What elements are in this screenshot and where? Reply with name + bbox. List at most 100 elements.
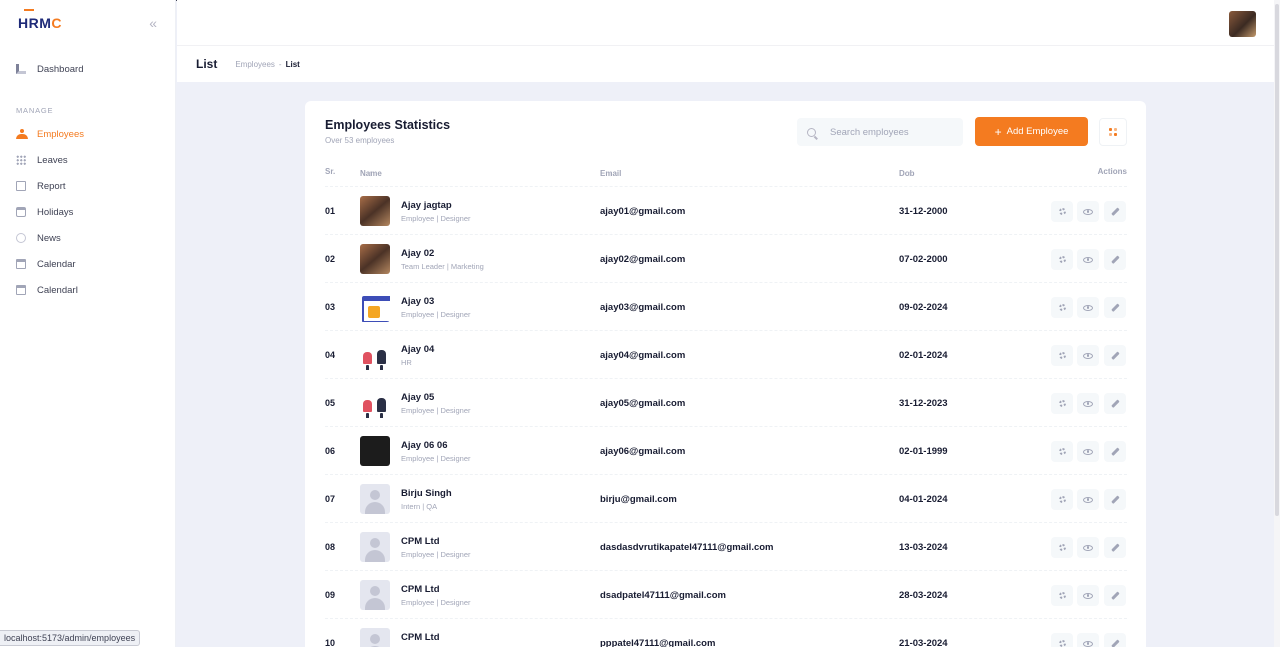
settings-button[interactable]	[1051, 201, 1073, 222]
collapse-sidebar-icon[interactable]: «	[149, 15, 157, 31]
view-button[interactable]	[1077, 297, 1099, 318]
sort-icon[interactable]: ↑	[608, 169, 612, 178]
employee-role: Employee | Designer	[401, 214, 471, 223]
employee-email: pppatel47111@gmail.com	[600, 638, 716, 647]
settings-button[interactable]	[1051, 393, 1073, 414]
employee-role: HR	[401, 358, 412, 367]
employee-avatar	[360, 340, 390, 370]
employee-avatar	[360, 580, 390, 610]
view-button[interactable]	[1077, 585, 1099, 606]
row-sr: 06	[325, 446, 336, 456]
subheader: List Employees - List	[177, 46, 1274, 82]
view-button[interactable]	[1077, 633, 1099, 647]
sidebar-item-calendar-i[interactable]: CalendarI	[0, 277, 175, 303]
more-options-button[interactable]	[1099, 118, 1127, 146]
employee-name[interactable]: CPM Ltd	[401, 536, 440, 547]
grid-dots-icon	[1109, 128, 1117, 136]
search-icon	[807, 127, 816, 137]
edit-button[interactable]	[1104, 537, 1126, 558]
scrollbar-thumb[interactable]	[1275, 4, 1279, 516]
view-button[interactable]	[1077, 489, 1099, 510]
employee-name[interactable]: Ajay 04	[401, 344, 434, 355]
employee-email: ajay02@gmail.com	[600, 254, 686, 265]
view-button[interactable]	[1077, 441, 1099, 462]
sidebar-item-label: News	[37, 232, 61, 244]
employee-name[interactable]: CPM Ltd	[401, 584, 440, 595]
edit-button[interactable]	[1104, 297, 1126, 318]
eye-icon	[1083, 208, 1093, 215]
sidebar-item-dashboard[interactable]: Dashboard	[0, 56, 175, 82]
eye-icon	[1083, 400, 1093, 407]
employee-name[interactable]: Birju Singh	[401, 488, 452, 499]
employee-dob: 28-03-2024	[899, 590, 948, 601]
table-row: 05 Ajay 05 Employee | Designer ajay05@gmail…	[325, 379, 1127, 427]
settings-button[interactable]	[1051, 633, 1073, 647]
calendar-icon	[16, 259, 26, 269]
edit-button[interactable]	[1104, 633, 1126, 647]
employee-avatar	[360, 628, 390, 647]
page-scrollbar[interactable]	[1274, 0, 1280, 647]
table-row: 02 Ajay 02 Team Leader | Marketing ajay02@g…	[325, 235, 1127, 283]
sidebar-item-employees[interactable]: Employees	[0, 121, 175, 147]
employee-dob: 13-03-2024	[899, 542, 948, 553]
sidebar-item-news[interactable]: News	[0, 225, 175, 251]
settings-button[interactable]	[1051, 585, 1073, 606]
employee-name[interactable]: CPM Ltd	[401, 632, 440, 643]
sidebar-item-label: Dashboard	[37, 63, 84, 75]
sidebar-item-calendar[interactable]: Calendar	[0, 251, 175, 277]
settings-button[interactable]	[1051, 249, 1073, 270]
table-row: 10 CPM Ltd pppatel47111@gmail.com 21-03-202…	[325, 619, 1127, 647]
edit-button[interactable]	[1104, 249, 1126, 270]
gear-icon	[1058, 640, 1066, 647]
employee-dob: 21-03-2024	[899, 638, 948, 647]
sidebar-item-leaves[interactable]: Leaves	[0, 147, 175, 173]
settings-button[interactable]	[1051, 345, 1073, 366]
settings-button[interactable]	[1051, 297, 1073, 318]
employee-name[interactable]: Ajay jagtap	[401, 200, 452, 211]
view-button[interactable]	[1077, 537, 1099, 558]
view-button[interactable]	[1077, 345, 1099, 366]
user-avatar[interactable]	[1229, 11, 1256, 37]
add-employee-button[interactable]: + Add Employee	[975, 117, 1088, 146]
employee-role: Employee | Designer	[401, 598, 471, 607]
employee-avatar	[360, 292, 390, 322]
view-button[interactable]	[1077, 201, 1099, 222]
employee-role: Intern | QA	[401, 502, 438, 511]
app-logo[interactable]: HRMC	[18, 9, 63, 31]
row-sr: 01	[325, 206, 336, 216]
settings-button[interactable]	[1051, 441, 1073, 462]
sort-icon[interactable]: ↑	[907, 169, 911, 178]
employee-name[interactable]: Ajay 03	[401, 296, 434, 307]
edit-button[interactable]	[1104, 201, 1126, 222]
edit-button[interactable]	[1104, 441, 1126, 462]
employee-name[interactable]: Ajay 06 06	[401, 440, 447, 451]
eye-icon	[1083, 496, 1093, 503]
sort-icon[interactable]: ↑	[368, 169, 372, 178]
calendar-icon	[16, 285, 26, 295]
sidebar-item-report[interactable]: Report	[0, 173, 175, 199]
page-title: List	[196, 57, 218, 71]
edit-button[interactable]	[1104, 345, 1126, 366]
employee-name[interactable]: Ajay 02	[401, 248, 434, 259]
breadcrumb-employees[interactable]: Employees	[235, 60, 275, 69]
row-sr: 04	[325, 350, 336, 360]
row-sr: 02	[325, 254, 336, 264]
settings-button[interactable]	[1051, 489, 1073, 510]
edit-button[interactable]	[1104, 393, 1126, 414]
sidebar-item-holidays[interactable]: Holidays	[0, 199, 175, 225]
top-header	[177, 0, 1274, 46]
search-input[interactable]	[830, 126, 950, 138]
row-sr: 10	[325, 638, 336, 647]
employee-role: Employee | Designer	[401, 406, 471, 415]
view-button[interactable]	[1077, 393, 1099, 414]
view-button[interactable]	[1077, 249, 1099, 270]
employee-email: ajay04@gmail.com	[600, 350, 686, 361]
pencil-icon	[1110, 495, 1120, 504]
employee-name[interactable]: Ajay 05	[401, 392, 434, 403]
logo-accent-text: C	[51, 15, 63, 31]
edit-button[interactable]	[1104, 489, 1126, 510]
employee-email: birju@gmail.com	[600, 494, 677, 505]
settings-button[interactable]	[1051, 537, 1073, 558]
employee-avatar	[360, 196, 390, 226]
edit-button[interactable]	[1104, 585, 1126, 606]
